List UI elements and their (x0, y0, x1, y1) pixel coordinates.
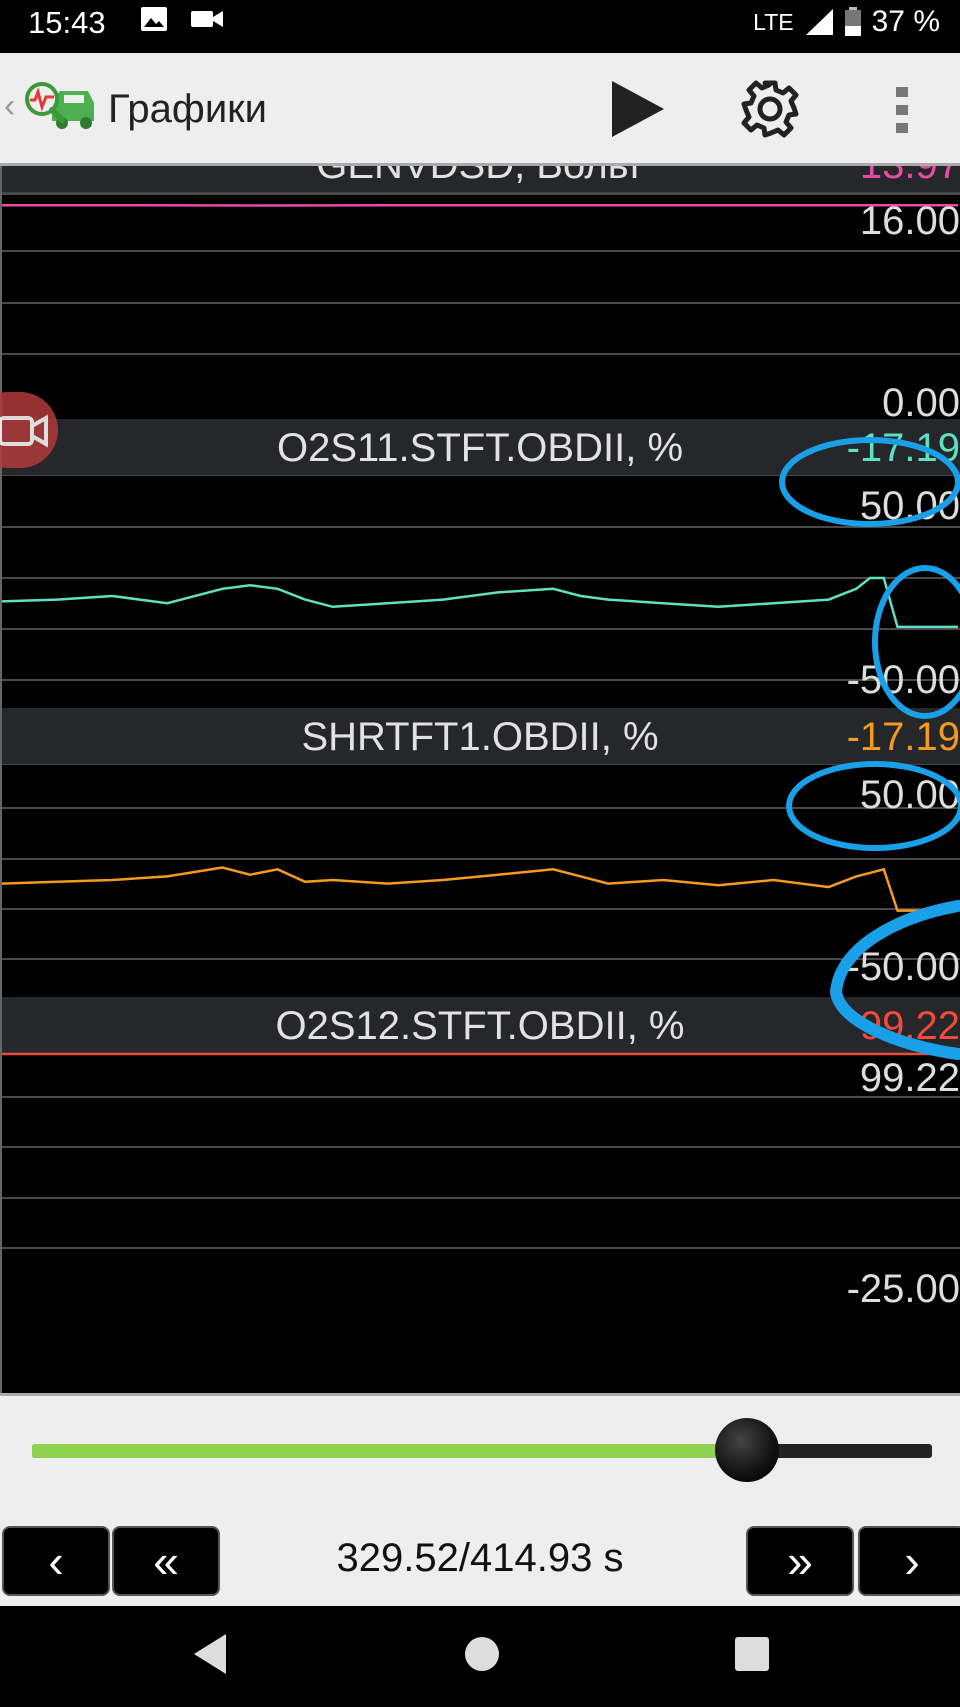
step-forward-button[interactable]: › (858, 1526, 960, 1596)
page-title: Графики (108, 87, 268, 131)
battery-icon (844, 7, 861, 36)
recents-nav-icon[interactable] (732, 1632, 772, 1676)
annotation-circle (786, 761, 960, 851)
play-icon[interactable] (608, 79, 666, 139)
more-vert-icon[interactable] (890, 85, 914, 135)
annotation-circle (872, 565, 960, 719)
app-bar: ‹ Графики (0, 53, 960, 166)
car-diagnostic-logo-icon[interactable] (22, 79, 98, 133)
time-slider-fill (32, 1444, 747, 1458)
status-bar: 15:43 LTE 37 % (0, 0, 960, 53)
hand-drawn-annotations (779, 437, 960, 1060)
network-type: LTE (753, 8, 794, 35)
camera-icon (0, 414, 48, 448)
fast-forward-button[interactable]: » (746, 1526, 854, 1596)
back-nav-icon[interactable] (190, 1632, 230, 1676)
charts-area[interactable]: GENVDSD, Вольт 13.97 16.00 0.00 O2S11.ST… (0, 166, 960, 1393)
back-chevron-icon[interactable]: ‹ (4, 87, 15, 126)
status-time: 15:43 (28, 5, 106, 40)
signal-icon (805, 9, 833, 35)
battery-percent: 37 % (871, 5, 940, 38)
chart-left-border (0, 166, 2, 1393)
time-slider-thumb[interactable] (714, 1418, 779, 1482)
home-nav-icon[interactable] (460, 1632, 504, 1676)
image-icon (141, 7, 167, 31)
video-icon (191, 11, 223, 27)
annotation-stroke (829, 900, 960, 1060)
status-right: LTE 37 % (753, 5, 940, 39)
gear-icon[interactable] (740, 79, 800, 139)
system-nav-bar (0, 1606, 960, 1707)
playback-controls: ‹ « 329.52/414.93 s » › (0, 1393, 960, 1606)
annotation-circle (779, 437, 960, 527)
